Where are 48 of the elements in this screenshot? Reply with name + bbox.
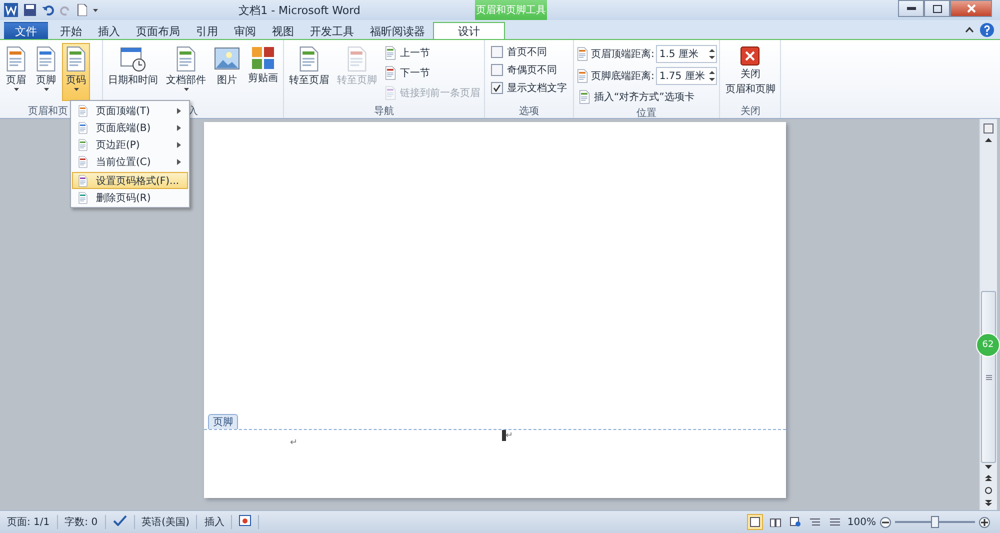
ribbon-button[interactable]: 页脚 (32, 43, 60, 101)
ribbon-button[interactable]: 插入“对齐方式”选项卡 (576, 88, 718, 106)
ribbon-tab[interactable]: 引用 (188, 22, 226, 39)
ribbon-tab[interactable]: 审阅 (226, 22, 264, 39)
ribbon-tab[interactable]: 页面布局 (128, 22, 188, 39)
window-title: 文档1 - Microsoft Word (238, 2, 362, 18)
status-item[interactable]: 英语(美国) (134, 515, 198, 529)
menu-item[interactable]: 当前位置(C) (72, 153, 188, 170)
close-header-footer-button[interactable]: 关闭 页眉和页脚 (722, 43, 778, 101)
ribbon-button[interactable]: 上一节 (382, 44, 482, 62)
spin-field[interactable]: 1.75 厘米 (656, 67, 718, 85)
ribbon-button[interactable]: 页码 (62, 43, 90, 101)
group-label: 关闭 (740, 104, 760, 118)
checkbox-label: 首页不同 (507, 46, 547, 59)
ribbon-tab[interactable]: 福昕阅读器 (362, 22, 433, 39)
status-item[interactable]: 页面: 1/1 (0, 515, 58, 529)
ribbon-button[interactable]: 下一节 (382, 64, 482, 82)
menu-item[interactable]: 设置页码格式(F)... (72, 172, 188, 189)
ribbon-tab[interactable]: 插入 (90, 22, 128, 39)
field-label: 页脚底端距离: (591, 70, 654, 83)
paragraph-mark: ↵ (290, 438, 298, 448)
group-label: 选项 (519, 104, 539, 118)
ribbon-tab[interactable]: 开发工具 (302, 22, 362, 39)
menu-item[interactable]: 删除页码(R) (72, 189, 188, 206)
spin-field[interactable]: 1.5 厘米 (656, 45, 718, 63)
ribbon-button[interactable]: 文档部件 (163, 43, 209, 101)
checkbox-label: 奇偶页不同 (507, 64, 557, 77)
menu-item[interactable]: 页面底端(B) (72, 119, 188, 136)
menu-item[interactable]: 页边距(P) (72, 136, 188, 153)
ribbon-button[interactable]: 页眉 (2, 43, 30, 101)
menu-item[interactable]: 页面顶端(T) (72, 102, 188, 119)
ribbon-tab[interactable]: 设计 (433, 22, 505, 39)
field-label: 页眉顶端距离: (591, 48, 654, 61)
zoom-level[interactable]: 100% (847, 516, 876, 528)
status-item[interactable]: 字数: 0 (58, 515, 106, 529)
ribbon-tab[interactable]: 开始 (52, 22, 90, 39)
ribbon-button[interactable]: 转至页眉 (286, 43, 332, 101)
checkbox-label: 显示文档文字 (507, 82, 567, 95)
ribbon-tab[interactable]: 视图 (264, 22, 302, 39)
contextual-tab-header: 页眉和页脚工具 (475, 0, 547, 20)
ribbon-button[interactable]: 图片 (211, 43, 243, 101)
ribbon-tab[interactable]: 文件 (4, 22, 48, 39)
paragraph-mark: ↵ (506, 430, 514, 440)
group-label: 位置 (636, 106, 657, 120)
status-item[interactable]: 插入 (197, 515, 232, 529)
group-label: 导航 (374, 104, 394, 118)
ribbon-button[interactable]: 剪贴画 (245, 43, 281, 101)
group-label: 页眉和页 (28, 104, 68, 118)
